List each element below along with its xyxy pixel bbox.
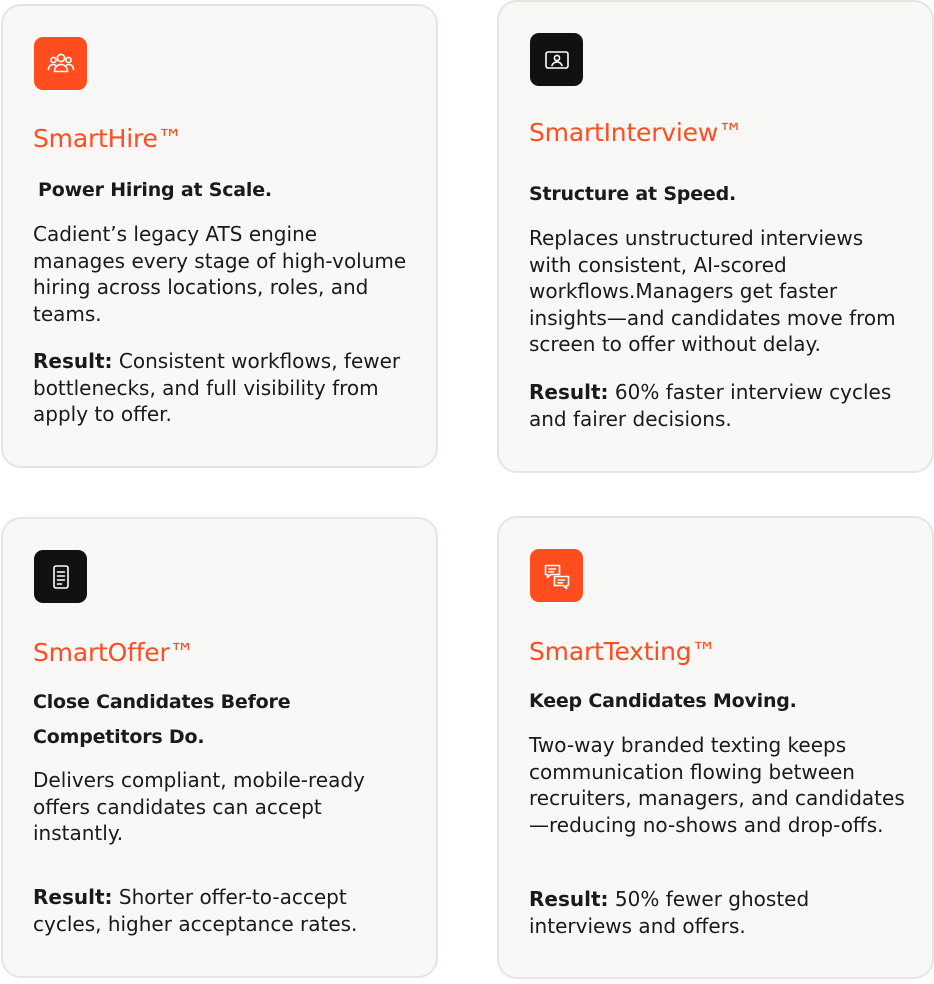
card-description: Cadient’s legacy ATS engine manages ever… xyxy=(33,222,407,326)
card-result: Result: 50% fewer ghosted interviews and… xyxy=(529,886,914,939)
card-result: Result: Shorter offer-to-accept cycles, … xyxy=(33,884,408,937)
card-subtitle: Keep Candidates Moving. xyxy=(529,690,797,712)
result-label: Result: xyxy=(33,885,113,909)
card-smartinterview: SmartInterview™ Structure at Speed. Repl… xyxy=(497,0,934,473)
card-smarthire: SmartHire™ Power Hiring at Scale. Cadien… xyxy=(1,4,438,468)
card-result: Result: 60% faster interview cycles and … xyxy=(529,379,914,432)
card-subtitle: Structure at Speed. xyxy=(529,183,736,205)
chat-bubbles-icon xyxy=(530,549,583,602)
card-title: SmartTexting™ xyxy=(529,637,717,666)
document-icon xyxy=(34,550,87,603)
result-label: Result: xyxy=(33,349,113,373)
card-result: Result: Consistent workflows, fewer bott… xyxy=(33,348,418,428)
card-subtitle: Power Hiring at Scale. xyxy=(38,179,272,201)
card-title: SmartOffer™ xyxy=(33,638,195,667)
video-interview-icon xyxy=(530,33,583,86)
card-description: Two-way branded texting keeps communicat… xyxy=(529,733,905,837)
card-smarttexting: SmartTexting™ Keep Candidates Moving. Tw… xyxy=(497,516,934,979)
card-smartoffer: SmartOffer™ Close Candidates Before Comp… xyxy=(1,517,438,978)
result-label: Result: xyxy=(529,380,609,404)
people-group-icon xyxy=(34,37,87,90)
result-label: Result: xyxy=(529,887,609,911)
card-description: Replaces unstructured interviews with co… xyxy=(529,226,896,356)
card-title: SmartInterview™ xyxy=(529,118,743,147)
card-description: Delivers compliant, mobile-ready offers … xyxy=(33,768,365,845)
card-subtitle-line-2: Competitors Do. xyxy=(33,726,205,748)
card-subtitle-line-1: Close Candidates Before xyxy=(33,691,291,713)
card-title: SmartHire™ xyxy=(33,124,183,153)
